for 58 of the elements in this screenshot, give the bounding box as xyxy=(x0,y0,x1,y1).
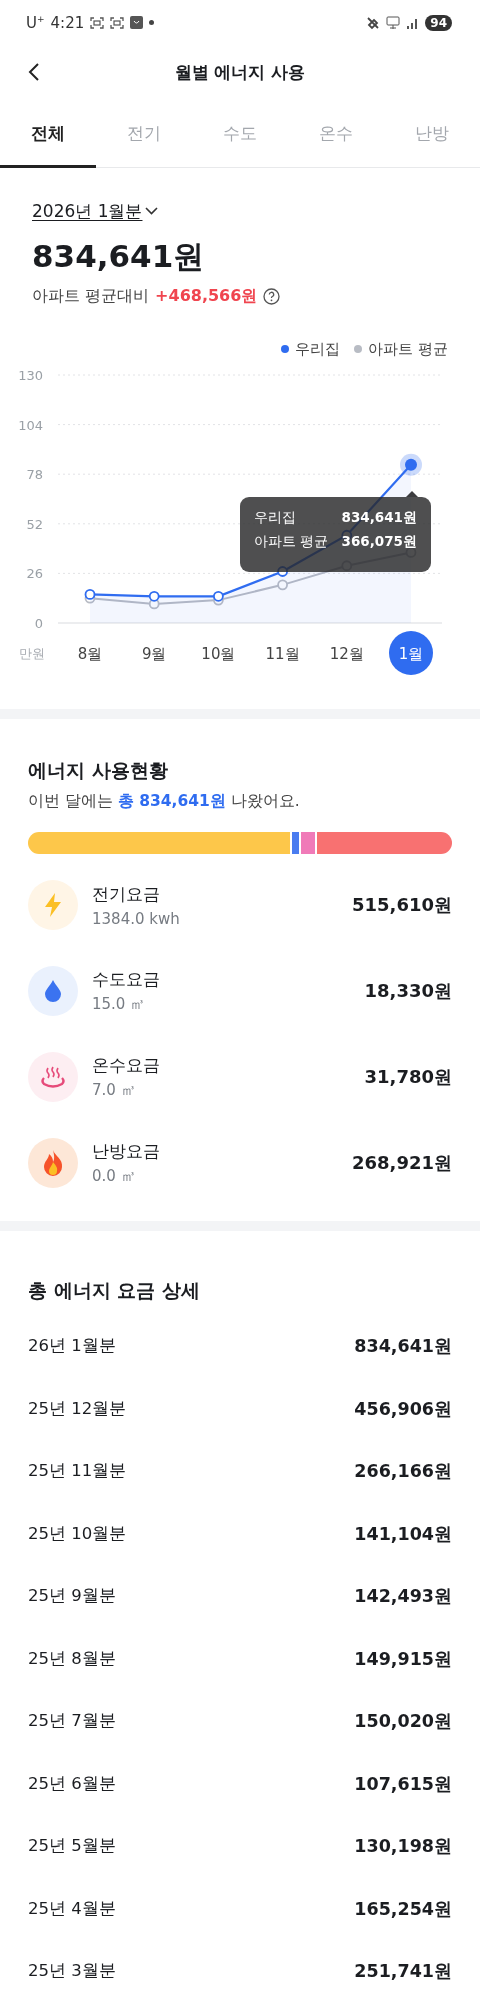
fee-amount: 141,104원 xyxy=(354,1522,452,1546)
y-axis-label: 52 xyxy=(26,516,43,532)
comparison-label: 아파트 평균대비 xyxy=(32,286,150,307)
fee-amount: 130,198원 xyxy=(354,1835,452,1859)
y-axis-label: 78 xyxy=(26,467,43,483)
fee-amount: 268,921원 xyxy=(352,1151,452,1175)
fee-name: 난방요금 xyxy=(92,1140,161,1163)
fee-amount: 18,330원 xyxy=(364,979,452,1003)
usage-amount: 0.0 ㎥ xyxy=(92,1167,137,1186)
page-title: 월별 에너지 사용 xyxy=(174,61,306,84)
summary-sentence: 이번 달에는 총 834,641원 나왔어요. xyxy=(28,791,301,812)
fee-amount: 834,641원 xyxy=(354,1335,452,1359)
fee-amount: 266,166원 xyxy=(354,1460,452,1484)
month-label: 25년 7월분 xyxy=(28,1710,116,1733)
month-label: 25년 9월분 xyxy=(28,1585,116,1608)
fee-amount: 142,493원 xyxy=(354,1585,452,1609)
month-label: 25년 5월분 xyxy=(28,1835,116,1858)
clock: 4:21 xyxy=(50,13,85,32)
fee-name: 전기요금 xyxy=(92,882,161,906)
month-label: 25년 4월분 xyxy=(28,1897,116,1920)
usage-amount: 1384.0 kwh xyxy=(92,909,181,928)
y-axis-label: 26 xyxy=(26,566,43,582)
month-label: 25년 6월분 xyxy=(28,1772,116,1795)
month-label: 25년 3월분 xyxy=(28,1960,116,1983)
usage-amount: 15.0 ㎥ xyxy=(92,995,147,1014)
fee-amount: 165,254원 xyxy=(354,1897,452,1921)
section-title: 총 에너지 요금 상세 xyxy=(28,1278,201,1303)
fee-amount: 107,615원 xyxy=(354,1772,452,1796)
legend-label: 아파트 평균 xyxy=(368,339,448,359)
month-label: 26년 1월분 xyxy=(28,1335,116,1358)
x-tick-label: 1월 xyxy=(398,645,424,663)
month-label: 25년 12월분 xyxy=(28,1397,127,1420)
fee-amount: 31,780원 xyxy=(364,1065,452,1089)
y-axis-label: 104 xyxy=(18,417,43,433)
comparison-value: +468,566원 xyxy=(155,286,258,307)
carrier-label: U$^{+}$ xyxy=(26,13,45,32)
legend-label: 우리집 xyxy=(295,339,341,359)
y-axis-label: 0 xyxy=(34,616,43,631)
total-amount: 834,641원 xyxy=(32,237,206,276)
usage-amount: 7.0 ㎥ xyxy=(92,1081,137,1100)
fee-amount: 150,020원 xyxy=(354,1710,452,1734)
fee-amount: 149,915원 xyxy=(354,1647,452,1671)
unit-label: 만원 xyxy=(19,646,45,661)
month-label: 25년 8월분 xyxy=(28,1647,116,1670)
battery-icon: 94 xyxy=(425,14,452,31)
tooltip-value: 366,075원 xyxy=(341,533,417,551)
month-label: 25년 11월분 xyxy=(28,1460,127,1483)
tooltip-label: 우리집 xyxy=(254,509,296,527)
fee-amount: 515,610원 xyxy=(352,893,452,917)
tooltip-label: 아파트 평균 xyxy=(254,533,329,551)
fee-name: 온수요금 xyxy=(92,1054,161,1077)
section-title: 에너지 사용현황 xyxy=(28,758,169,783)
fee-name: 수도요금 xyxy=(92,968,161,991)
fee-amount: 456,906원 xyxy=(354,1397,452,1421)
fee-amount: 251,741원 xyxy=(354,1960,452,1984)
y-axis-label: 130 xyxy=(18,368,43,383)
month-label: 25년 10월분 xyxy=(28,1522,127,1545)
tooltip-value: 834,641원 xyxy=(341,509,417,527)
